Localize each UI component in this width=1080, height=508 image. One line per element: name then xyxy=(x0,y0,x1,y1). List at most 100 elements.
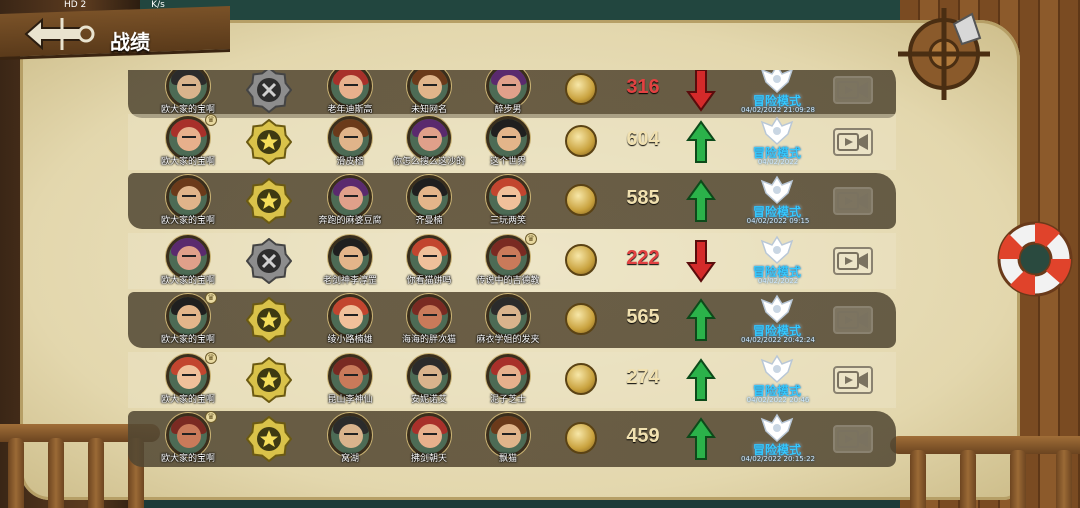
mode-cell: 冒险模式 04/02/2022 xyxy=(738,114,816,170)
status-bar: HD 2 K/s xyxy=(64,0,227,10)
replay-video-icon xyxy=(837,311,868,329)
avatar-slot[interactable]: 三玩两笑 xyxy=(463,173,553,229)
mode-cell: 冒险模式 04/02/2022 xyxy=(738,233,816,289)
coin-icon xyxy=(565,184,597,216)
score-value: 274 xyxy=(626,366,660,388)
avatar-slot[interactable]: ♛ 欧大家的宝啊 xyxy=(143,114,233,170)
avatar-slot[interactable]: ♛ 传说中的吉德教 xyxy=(463,233,553,289)
replay-video-icon xyxy=(837,371,868,389)
battle-record-row[interactable]: ♛ 欧大家的宝啊 窝湖 拂剑朝天 飘猫 459 冒险模式 04/02/2022 20:15:2… xyxy=(128,411,896,467)
signal-status: HD 2 xyxy=(64,0,87,10)
replay-video-icon xyxy=(837,430,868,448)
crown-badge-icon: ♛ xyxy=(525,233,537,245)
match-time: 04/02/2022 20:42:24 xyxy=(740,336,815,344)
battle-record-row[interactable]: ♛ 欧大家的宝啊 昆山李神仙 安妮诺艾 泥子芝士 274 冒险模式 04/02/2022 20… xyxy=(128,352,896,408)
arrow-up-icon xyxy=(686,417,716,460)
avatar-slot[interactable]: 欧大家的宝啊 xyxy=(143,233,233,289)
hero-name: 三玩两笑 xyxy=(489,216,526,226)
arrow-up-icon xyxy=(686,358,716,401)
replay-button[interactable] xyxy=(833,306,873,334)
adventure-mode-emblem-icon xyxy=(760,294,794,324)
crown-badge-icon: ♛ xyxy=(205,352,217,364)
lose-x-badge-icon xyxy=(246,70,292,113)
mode-cell: 冒险模式 04/02/2022 21:09:28 xyxy=(738,70,816,118)
coin-icon xyxy=(565,422,597,454)
avatar-slot[interactable]: 未知网名 xyxy=(384,70,474,118)
match-time: 04/02/2022 20:15:22 xyxy=(740,455,815,463)
avatar-slot[interactable]: 拂剑朝天 xyxy=(384,411,474,467)
battle-record-row[interactable]: 欧大家的宝啊 老剑神李淳罡 你看猫饼吗 ♛ 传说中的吉德教 222 冒险模式 04/02/20… xyxy=(128,233,896,289)
battle-record-row[interactable]: 欧大家的宝啊 老年迪斯高 未知网名 醉步男 316 冒险模式 04/02/2022 21:0… xyxy=(128,70,896,118)
match-time: 04/02/2022 xyxy=(757,277,799,285)
arrow-up-icon xyxy=(686,179,716,222)
win-star-badge-icon xyxy=(246,416,292,462)
replay-button[interactable] xyxy=(833,128,873,156)
lifebuoy-icon[interactable] xyxy=(994,218,1076,300)
battle-record-list[interactable]: 欧大家的宝啊 老年迪斯高 未知网名 醉步男 316 冒险模式 04/02/2022 21:0… xyxy=(128,70,896,508)
replay-button[interactable] xyxy=(833,187,873,215)
avatar-slot[interactable]: 滑皮稽 xyxy=(305,114,395,170)
battle-record-row[interactable]: 欧大家的宝啊 奔跑的麻婆豆腐 齐曼楠 三玩两笑 585 冒险模式 04/02/2022 09… xyxy=(128,173,896,229)
avatar-slot[interactable]: ♛ 欧大家的宝啊 xyxy=(143,411,233,467)
avatar-slot[interactable]: 醉步男 xyxy=(463,70,553,118)
win-star-badge-icon xyxy=(246,297,292,343)
avatar-slot[interactable]: 欧大家的宝啊 xyxy=(143,70,233,118)
avatar-slot[interactable]: 老剑神李淳罡 xyxy=(305,233,395,289)
ship-rail-right xyxy=(890,418,1080,508)
avatar-slot[interactable]: 麻衣学姐的发夹 xyxy=(463,292,553,348)
replay-video-icon xyxy=(837,192,868,210)
avatar-slot[interactable]: 安妮诺艾 xyxy=(384,352,474,408)
avatar-slot[interactable]: 奔跑的麻婆豆腐 xyxy=(305,173,395,229)
player-name: 欧大家的宝啊 xyxy=(160,335,215,345)
coin-icon xyxy=(565,363,597,395)
avatar-slot[interactable]: 泥子芝士 xyxy=(463,352,553,408)
avatar-slot[interactable]: 绫小路楠雄 xyxy=(305,292,395,348)
battle-record-row[interactable]: ♛ 欧大家的宝啊 滑皮稽 你怎么搜么这沙的 这个世界 604 冒险模式 04/02/2022 xyxy=(128,114,896,170)
coin-icon xyxy=(565,244,597,276)
battle-record-row[interactable]: ♛ 欧大家的宝啊 绫小路楠雄 海海的胖次猫 麻衣学姐的发夹 565 冒险模式 04/02/20… xyxy=(128,292,896,348)
replay-video-icon xyxy=(837,252,868,270)
win-star-badge-icon xyxy=(246,178,292,224)
arrow-down-icon xyxy=(686,70,716,112)
avatar-slot[interactable]: 海海的胖次猫 xyxy=(384,292,474,348)
coin-icon xyxy=(565,303,597,335)
replay-button[interactable] xyxy=(833,425,873,453)
replay-button[interactable] xyxy=(833,247,873,275)
replay-video-icon xyxy=(837,133,868,151)
avatar-slot[interactable]: 你看猫饼吗 xyxy=(384,233,474,289)
avatar-slot[interactable]: 窝湖 xyxy=(305,411,395,467)
adventure-mode-emblem-icon xyxy=(760,413,794,443)
player-name: 欧大家的宝啊 xyxy=(160,157,215,167)
avatar-slot[interactable]: 飘猫 xyxy=(463,411,553,467)
hero-name: 麻衣学姐的发夹 xyxy=(476,335,540,345)
hero-name: 老剑神李淳罡 xyxy=(322,276,377,286)
win-star-badge-icon xyxy=(246,357,292,403)
hero-name: 泥子芝士 xyxy=(489,395,526,405)
ship-wheel-icon xyxy=(898,8,990,100)
avatar-slot[interactable]: 你怎么搜么这沙的 xyxy=(384,114,474,170)
hero-name: 传说中的吉德教 xyxy=(476,276,540,286)
match-time: 04/02/2022 09:15 xyxy=(746,217,810,225)
avatar-slot[interactable]: 这个世界 xyxy=(463,114,553,170)
score-value: 565 xyxy=(626,306,660,328)
avatar-slot[interactable]: 齐曼楠 xyxy=(384,173,474,229)
avatar-slot[interactable]: 昆山李神仙 xyxy=(305,352,395,408)
player-name: 欧大家的宝啊 xyxy=(160,395,215,405)
arrow-up-icon xyxy=(686,298,716,341)
avatar-slot[interactable]: ♛ 欧大家的宝啊 xyxy=(143,352,233,408)
avatar-slot[interactable]: 欧大家的宝啊 xyxy=(143,173,233,229)
replay-button[interactable] xyxy=(833,76,873,104)
avatar-slot[interactable]: 老年迪斯高 xyxy=(305,70,395,118)
hero-name: 昆山李神仙 xyxy=(327,395,373,405)
crown-badge-icon: ♛ xyxy=(205,411,217,423)
hero-name: 这个世界 xyxy=(489,157,526,167)
avatar-slot[interactable]: ♛ 欧大家的宝啊 xyxy=(143,292,233,348)
hero-name: 飘猫 xyxy=(498,454,517,464)
back-button[interactable] xyxy=(20,10,98,58)
lose-x-badge-icon xyxy=(246,238,292,284)
score-value: 316 xyxy=(626,76,660,98)
hero-name: 窝湖 xyxy=(340,454,359,464)
replay-button[interactable] xyxy=(833,366,873,394)
match-time: 04/02/2022 xyxy=(757,158,799,166)
mode-cell: 冒险模式 04/02/2022 20:15:22 xyxy=(738,411,816,467)
